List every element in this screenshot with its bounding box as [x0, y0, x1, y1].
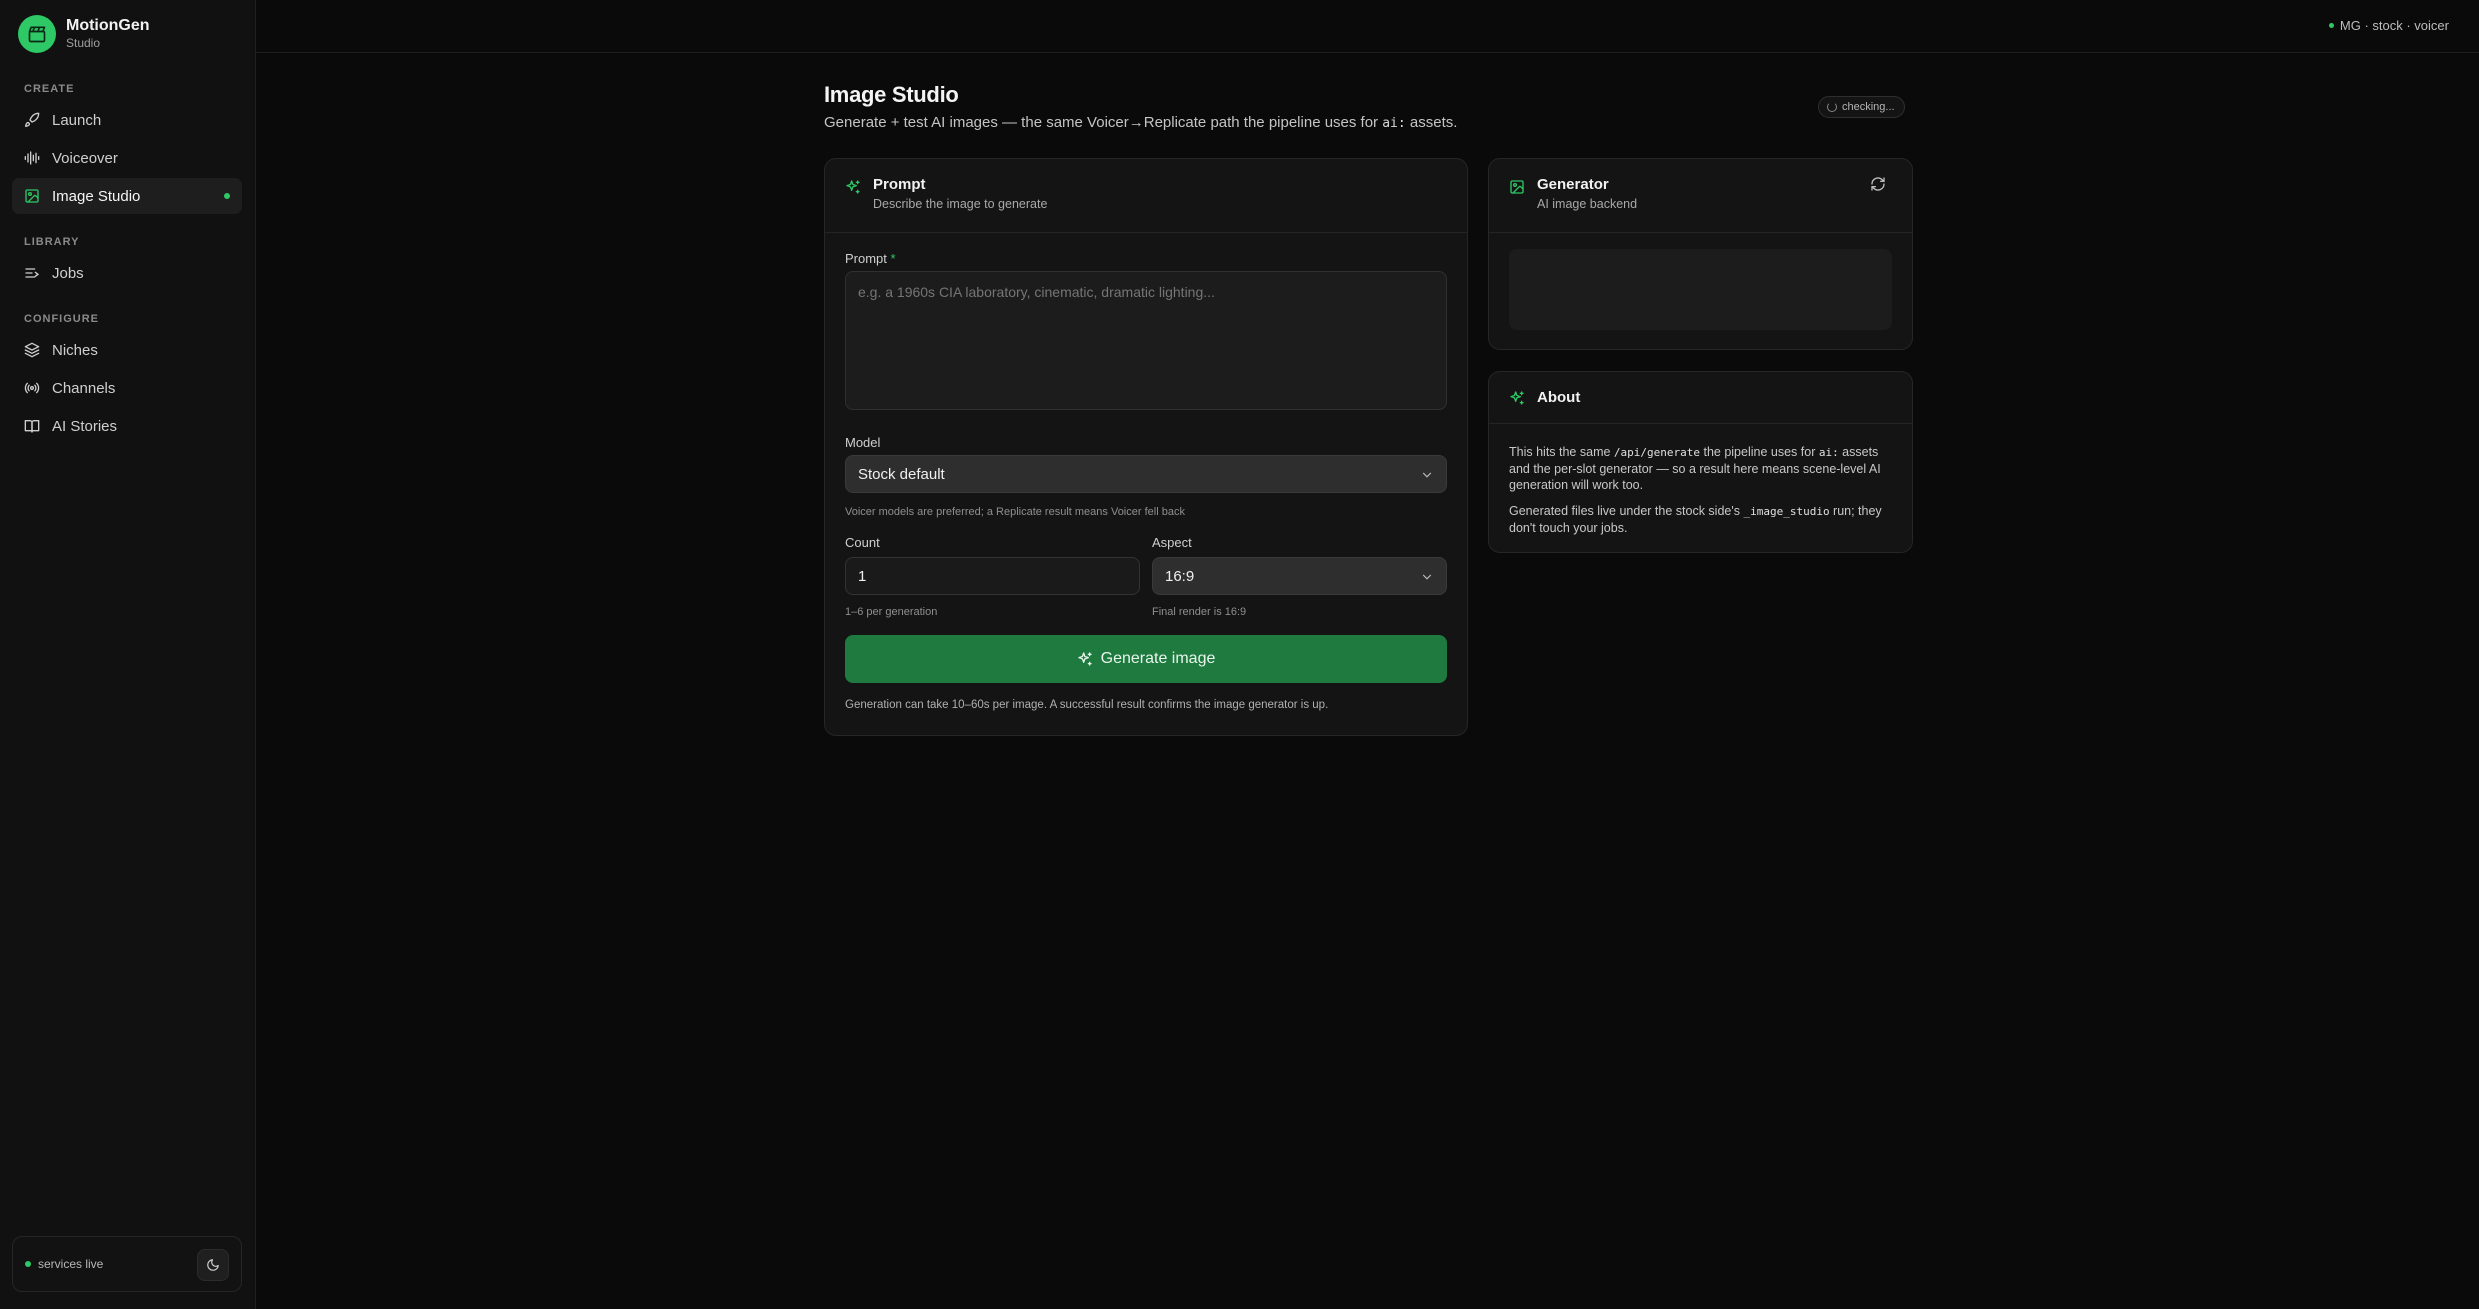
- model-select[interactable]: Stock default: [845, 455, 1447, 493]
- aspect-label: Aspect: [1152, 535, 1192, 550]
- sidebar-item-launch[interactable]: Launch: [12, 102, 242, 138]
- refresh-icon[interactable]: [1870, 176, 1886, 192]
- status-dot: [25, 1261, 31, 1267]
- topbar: MG · stock · voicer: [256, 0, 2479, 53]
- sidebar-item-label: AI Stories: [52, 417, 118, 435]
- health-status-text: checking...: [1842, 101, 1895, 113]
- brand[interactable]: MotionGen Studio: [18, 15, 150, 53]
- count-input[interactable]: 1: [845, 557, 1140, 595]
- model-label: Model: [845, 435, 881, 450]
- page-subtitle-end: assets.: [1405, 114, 1458, 131]
- sidebar-item-label: Launch: [52, 111, 102, 129]
- sidebar: MotionGen Studio CREATE Launch Voiceover…: [0, 0, 256, 1309]
- waveform-icon: [24, 150, 40, 166]
- count-value: 1: [858, 567, 867, 585]
- about-card-title: About: [1537, 389, 1581, 406]
- prompt-label-text: Prompt: [845, 251, 887, 266]
- moon-icon: [207, 1259, 219, 1271]
- about-card-header: About: [1489, 372, 1912, 424]
- about-code: /api/generate: [1613, 446, 1700, 459]
- about-paragraph-1: This hits the same /api/generate the pip…: [1509, 444, 1894, 493]
- about-text: Generated files live under the stock sid…: [1509, 504, 1744, 518]
- chevron-down-icon: [1422, 472, 1432, 478]
- sidebar-item-label: Niches: [52, 341, 98, 359]
- generator-card-subtitle: AI image backend: [1537, 197, 1638, 211]
- section-label-configure: CONFIGURE: [24, 313, 99, 325]
- model-hint: Voicer models are preferred; a Replicate…: [845, 506, 1185, 518]
- sparkles-icon: [1077, 651, 1093, 667]
- prompt-card-subtitle: Describe the image to generate: [873, 197, 1048, 211]
- page-title: Image Studio: [824, 82, 959, 107]
- health-status-badge: checking...: [1818, 96, 1905, 118]
- top-status: MG · stock · voicer: [2328, 18, 2449, 33]
- count-label: Count: [845, 535, 880, 550]
- section-label-library: LIBRARY: [24, 236, 80, 248]
- generate-image-button[interactable]: Generate image: [845, 635, 1447, 683]
- about-text: This hits the same: [1509, 445, 1614, 459]
- image-icon: [24, 188, 40, 204]
- sidebar-item-niches[interactable]: Niches: [12, 332, 242, 368]
- sidebar-item-label: Channels: [52, 379, 116, 397]
- theme-toggle-button[interactable]: [197, 1249, 229, 1281]
- page-subtitle-code: ai:: [1382, 116, 1406, 131]
- prompt-card: Prompt Describe the image to generate Pr…: [824, 158, 1468, 736]
- generator-loading-placeholder: [1509, 249, 1892, 330]
- sparkles-icon: [845, 179, 861, 195]
- book-icon: [24, 418, 40, 434]
- page-subtitle: Generate + test AI images — the same Voi…: [824, 114, 1457, 131]
- list-icon: [24, 265, 40, 281]
- generation-footnote: Generation can take 10–60s per image. A …: [845, 699, 1329, 711]
- aspect-hint: Final render is 16:9: [1152, 606, 1247, 618]
- sidebar-item-channels[interactable]: Channels: [12, 370, 242, 406]
- rocket-icon: [24, 112, 40, 128]
- active-indicator: [224, 193, 230, 199]
- generate-image-label: Generate image: [1100, 650, 1216, 667]
- about-paragraph-2: Generated files live under the stock sid…: [1509, 503, 1894, 536]
- sidebar-item-image-studio[interactable]: Image Studio: [12, 178, 242, 214]
- spinner-icon: [1827, 102, 1837, 112]
- prompt-label: Prompt *: [845, 251, 896, 266]
- brand-name: MotionGen: [66, 17, 150, 34]
- image-icon: [1509, 179, 1525, 195]
- count-hint: 1–6 per generation: [845, 606, 938, 618]
- about-card: About This hits the same /api/generate t…: [1488, 371, 1913, 553]
- brand-subtitle: Studio: [66, 36, 101, 50]
- model-select-value: Stock default: [858, 465, 945, 483]
- page-subtitle-text: Generate + test AI images — the same Voi…: [824, 114, 1383, 131]
- about-text: the pipeline uses for: [1700, 445, 1819, 459]
- about-code: ai:: [1818, 446, 1839, 459]
- sidebar-item-ai-stories[interactable]: AI Stories: [12, 408, 242, 444]
- clapperboard-icon: [18, 15, 56, 53]
- prompt-card-title: Prompt: [873, 176, 926, 193]
- about-code: _image_studio: [1743, 505, 1830, 518]
- status-dot: [2328, 23, 2334, 28]
- sidebar-item-jobs[interactable]: Jobs: [12, 255, 242, 291]
- generator-card-title: Generator: [1537, 176, 1609, 193]
- layers-icon: [24, 342, 40, 358]
- sidebar-item-label: Voiceover: [52, 149, 118, 167]
- generator-card-header: Generator AI image backend: [1489, 159, 1912, 233]
- broadcast-icon: [24, 380, 40, 396]
- prompt-card-header: Prompt Describe the image to generate: [825, 159, 1467, 233]
- sidebar-item-voiceover[interactable]: Voiceover: [12, 140, 242, 176]
- sidebar-item-label: Image Studio: [52, 187, 141, 205]
- sparkles-icon: [1509, 390, 1525, 406]
- services-status: services live: [12, 1236, 242, 1292]
- chevron-down-icon: [1422, 574, 1432, 580]
- services-status-text: services live: [38, 1257, 104, 1271]
- generator-card: Generator AI image backend: [1488, 158, 1913, 350]
- aspect-select[interactable]: 16:9: [1152, 557, 1447, 595]
- required-marker: *: [890, 251, 896, 266]
- section-label-create: CREATE: [24, 83, 75, 95]
- aspect-select-value: 16:9: [1165, 567, 1195, 585]
- sidebar-item-label: Jobs: [52, 264, 84, 282]
- top-status-text: MG · stock · voicer: [2339, 18, 2449, 33]
- prompt-input[interactable]: [845, 271, 1447, 410]
